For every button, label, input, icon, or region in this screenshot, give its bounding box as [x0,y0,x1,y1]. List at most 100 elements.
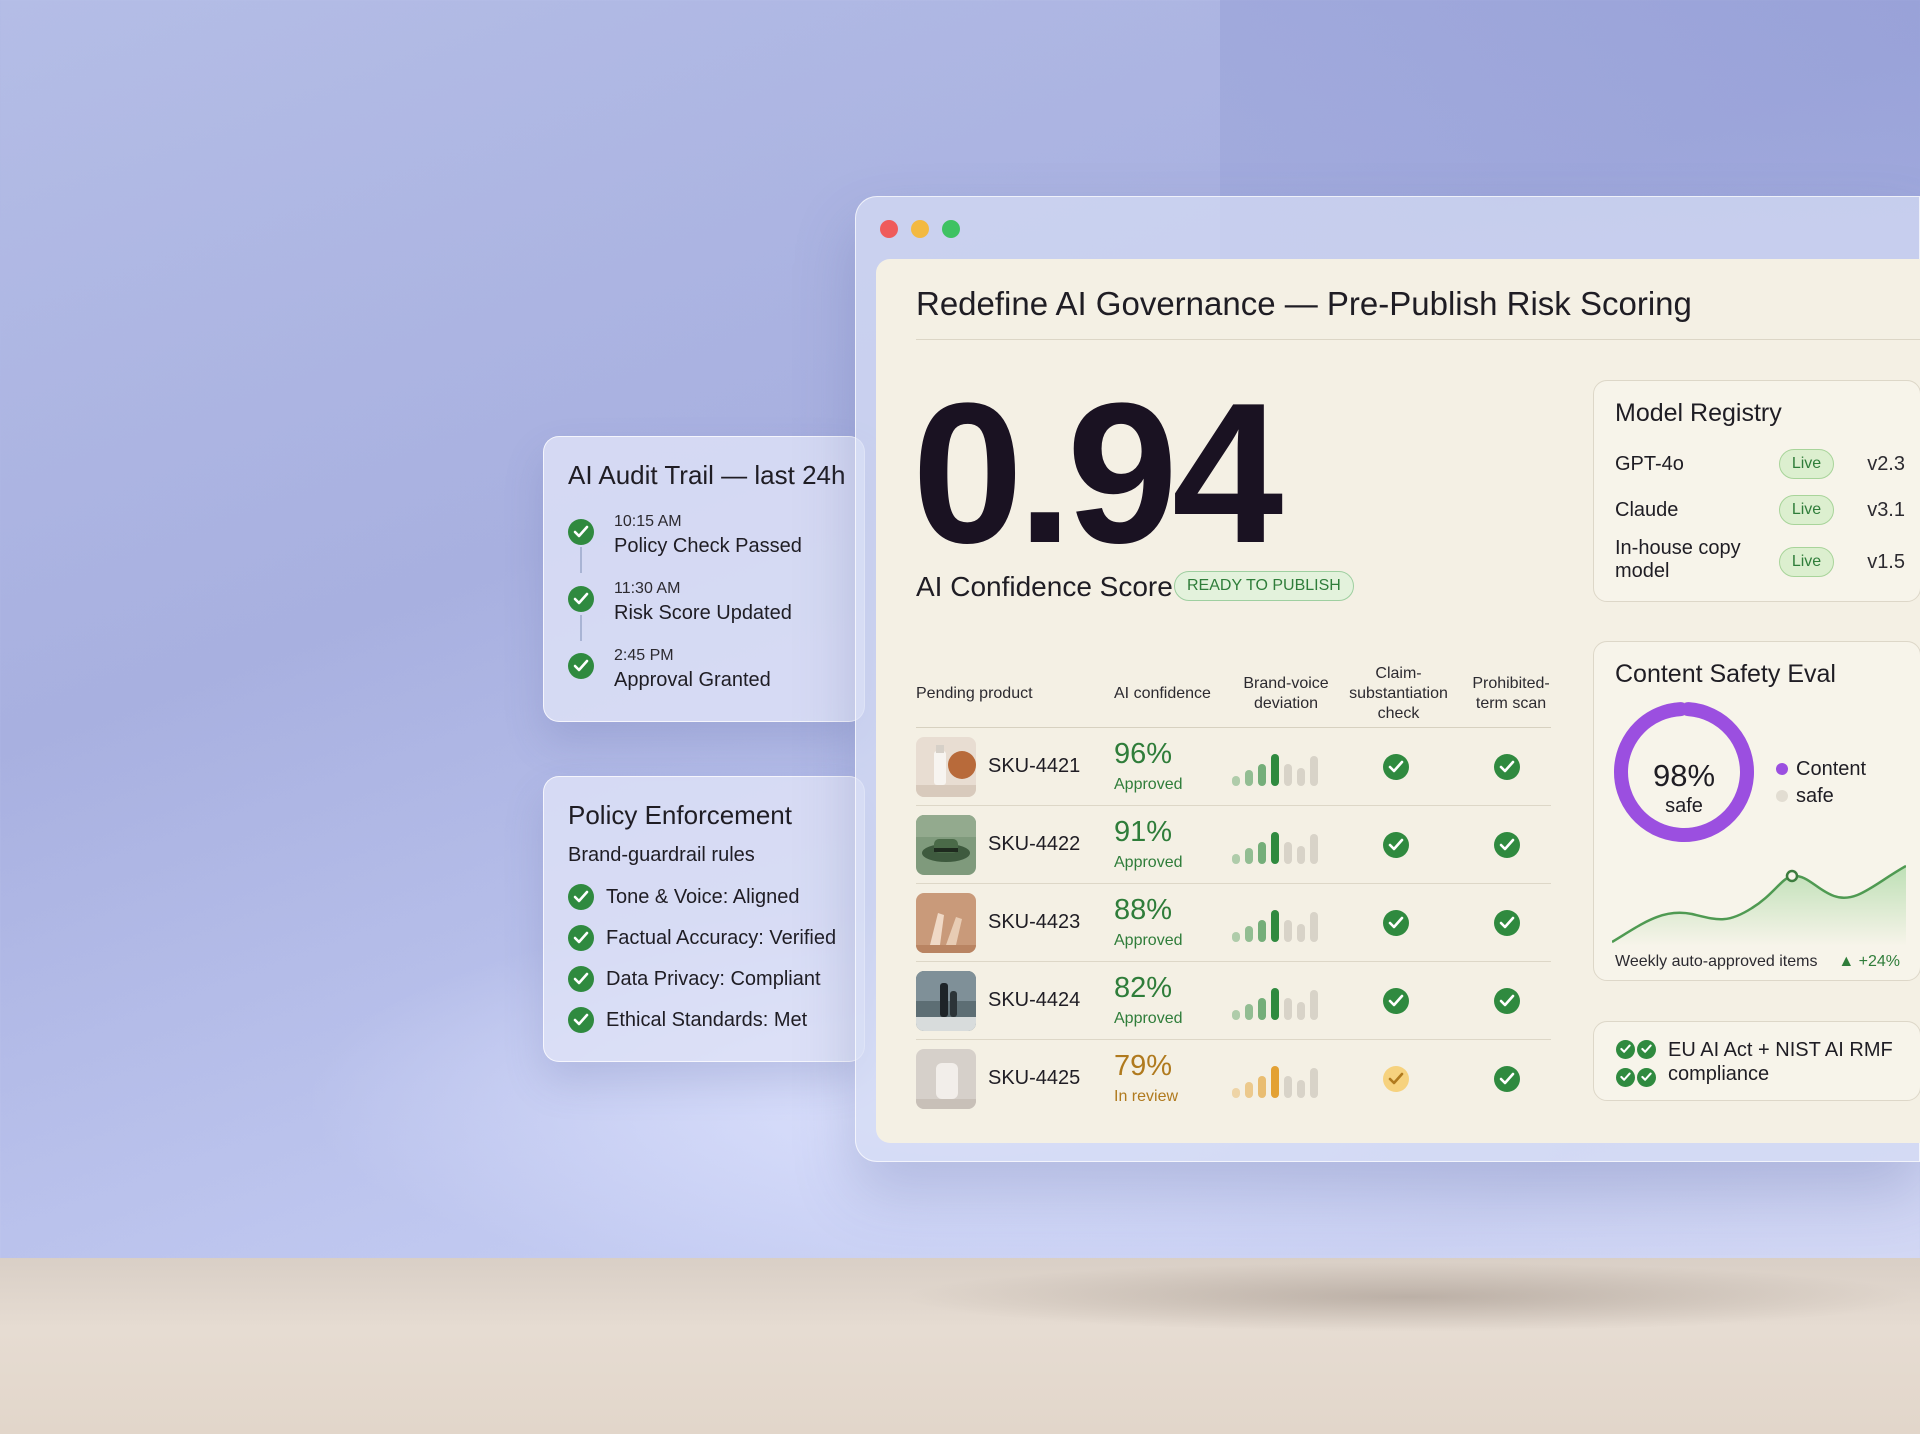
content-safety-title: Content Safety Eval [1615,660,1836,688]
deviation-bar [1297,1080,1305,1098]
confidence-score-value: 0.94 [912,362,1283,585]
check-icon [1637,1068,1656,1087]
deviation-bar [1284,764,1292,786]
approval-status: Approved [1114,776,1183,793]
deviation-bar [1258,920,1266,942]
confidence-value: 79% [1114,1050,1173,1082]
confidence-value: 88% [1114,894,1173,926]
deviation-bar [1310,990,1318,1020]
deviation-bar [1310,834,1318,864]
deviation-bar [1232,854,1240,864]
policy-rule-text: Factual Accuracy: Verified [606,927,837,949]
table-row[interactable]: SKU-4425 79% In review [916,1040,1551,1118]
audit-item: 2:45 PM Approval Granted [568,647,848,697]
pending-products-table: Pending product AI confidence Brand-voic… [916,644,1551,1109]
legend-label: Content [1796,758,1867,780]
minimize-window-button[interactable] [911,220,929,238]
legend-item-content: Content [1776,756,1866,783]
claim-check-icon [1383,910,1409,936]
model-version: v1.5 [1867,551,1905,573]
window-controls [880,220,960,238]
model-version: v3.1 [1867,499,1905,521]
confidence-score-label: AI Confidence Score [916,571,1173,602]
maximize-window-button[interactable] [942,220,960,238]
safety-legend: Content safe [1776,756,1866,810]
table-row[interactable]: SKU-4423 88% Approved [916,884,1551,962]
model-row[interactable]: GPT-4o Live v2.3 [1615,445,1905,485]
sparkline-marker [1785,869,1799,883]
policy-subtitle: Brand-guardrail rules [568,844,755,866]
check-icon [1616,1040,1635,1059]
legend-label: safe [1796,785,1834,807]
approval-status: Approved [1114,854,1183,871]
product-sku: SKU-4422 [988,833,1081,855]
close-window-button[interactable] [880,220,898,238]
model-version: v2.3 [1867,453,1905,475]
model-name: GPT-4o [1615,453,1684,475]
live-badge: Live [1779,449,1834,479]
trend-label: Weekly auto-approved items [1615,953,1818,970]
check-icon [568,925,594,951]
audit-trail-title: AI Audit Trail — last 24h [568,460,846,490]
audit-time: 10:15 AM [614,513,682,530]
weekly-trend-sparkline [1612,864,1906,946]
deviation-bar [1245,770,1253,786]
table-row[interactable]: SKU-4422 91% Approved [916,806,1551,884]
deviation-bar [1271,910,1279,942]
legend-dot [1776,790,1788,802]
check-icon [568,884,594,910]
model-row[interactable]: Claude Live v3.1 [1615,491,1905,531]
prohibited-check-icon [1494,988,1520,1014]
brand-voice-bars [1232,984,1332,1020]
claim-check-icon [1383,988,1409,1014]
check-icon [568,586,594,612]
deviation-bar [1245,848,1253,864]
dashboard-panel: Redefine AI Governance — Pre-Publish Ris… [876,259,1920,1143]
column-header-brand-voice[interactable]: Brand-voice deviation [1236,674,1336,714]
policy-enforcement-card: Policy Enforcement Brand-guardrail rules… [543,776,865,1062]
brand-voice-bars [1232,750,1332,786]
live-badge: Live [1779,495,1834,525]
check-icon [568,1007,594,1033]
column-header-prohibited-scan[interactable]: Prohibited-term scan [1466,674,1556,714]
deviation-bar [1284,1076,1292,1098]
model-name: Claude [1615,499,1679,521]
deviation-bar [1310,1068,1318,1098]
deviation-bar [1271,754,1279,786]
prohibited-check-icon [1494,832,1520,858]
column-header-claim-check[interactable]: Claim-substantiation check [1341,664,1456,724]
table-row[interactable]: SKU-4424 82% Approved [916,962,1551,1040]
policy-rule-text: Ethical Standards: Met [606,1009,808,1031]
audit-item: 11:30 AM Risk Score Updated [568,580,848,630]
prohibited-check-icon [1494,1066,1520,1092]
safety-sub-label: safe [1665,795,1703,817]
product-sku: SKU-4423 [988,911,1081,933]
audit-item: 10:15 AM Policy Check Passed [568,513,848,563]
audit-text: Approval Granted [614,669,771,691]
confidence-value: 96% [1114,738,1173,770]
safety-percent: 98% [1652,758,1716,793]
audit-time: 2:45 PM [614,647,674,664]
content-safety-card: Content Safety Eval 98% safe Content saf… [1593,641,1920,981]
brand-voice-bars [1232,1062,1332,1098]
check-icon [568,653,594,679]
column-header-product[interactable]: Pending product [916,684,1033,704]
brand-voice-bars [1232,906,1332,942]
trend-delta: ▲ +24% [1838,953,1900,970]
confidence-value: 91% [1114,816,1173,848]
table-row[interactable]: SKU-4421 96% Approved [916,728,1551,806]
deviation-bar [1258,998,1266,1020]
brand-voice-bars [1232,828,1332,864]
policy-rule-text: Data Privacy: Compliant [606,968,821,990]
column-header-confidence[interactable]: AI confidence [1114,684,1211,704]
claim-check-icon [1383,754,1409,780]
audit-trail-card: AI Audit Trail — last 24h 10:15 AM Polic… [543,436,865,722]
deviation-bar [1297,924,1305,942]
deviation-bar [1258,842,1266,864]
compliance-icons [1615,1038,1661,1094]
deviation-bar [1258,764,1266,786]
model-row[interactable]: In-house copy model Live v1.5 [1615,537,1905,587]
check-icon [568,966,594,992]
model-name: In-house copy model [1615,537,1741,582]
prohibited-check-icon [1494,754,1520,780]
